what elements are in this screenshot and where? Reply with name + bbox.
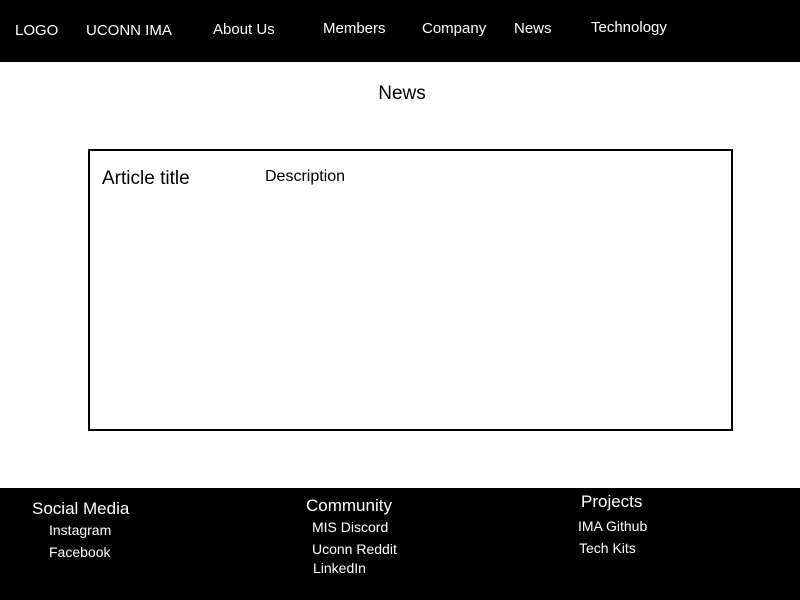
nav-company[interactable]: Company [422, 20, 486, 38]
page-title: News [378, 83, 426, 104]
top-navigation-bar: LOGO UCONN IMA About Us Members Company … [0, 0, 800, 62]
footer: Social Media Instagram Facebook Communit… [0, 488, 800, 600]
article-card[interactable]: Article title Description [88, 149, 733, 431]
footer-link-uconn-reddit[interactable]: Uconn Reddit [312, 541, 397, 558]
footer-link-instagram[interactable]: Instagram [49, 522, 111, 539]
nav-news[interactable]: News [514, 20, 552, 38]
nav-members[interactable]: Members [323, 20, 386, 38]
nav-technology[interactable]: Technology [591, 19, 667, 37]
footer-link-facebook[interactable]: Facebook [49, 544, 110, 561]
page: LOGO UCONN IMA About Us Members Company … [0, 0, 800, 600]
nav-about-us[interactable]: About Us [213, 21, 275, 39]
footer-link-linkedin[interactable]: LinkedIn [313, 560, 366, 577]
article-title[interactable]: Article title [102, 168, 190, 190]
article-description: Description [265, 168, 346, 185]
brand-link[interactable]: UCONN IMA [86, 22, 172, 40]
footer-heading-projects: Projects [581, 492, 643, 511]
logo[interactable]: LOGO [15, 22, 58, 40]
footer-link-mis-discord[interactable]: MIS Discord [312, 519, 388, 536]
footer-heading-social-media: Social Media [32, 499, 130, 518]
footer-link-ima-github[interactable]: IMA Github [578, 518, 647, 535]
footer-heading-community: Community [306, 496, 392, 515]
footer-link-tech-kits[interactable]: Tech Kits [579, 540, 636, 557]
